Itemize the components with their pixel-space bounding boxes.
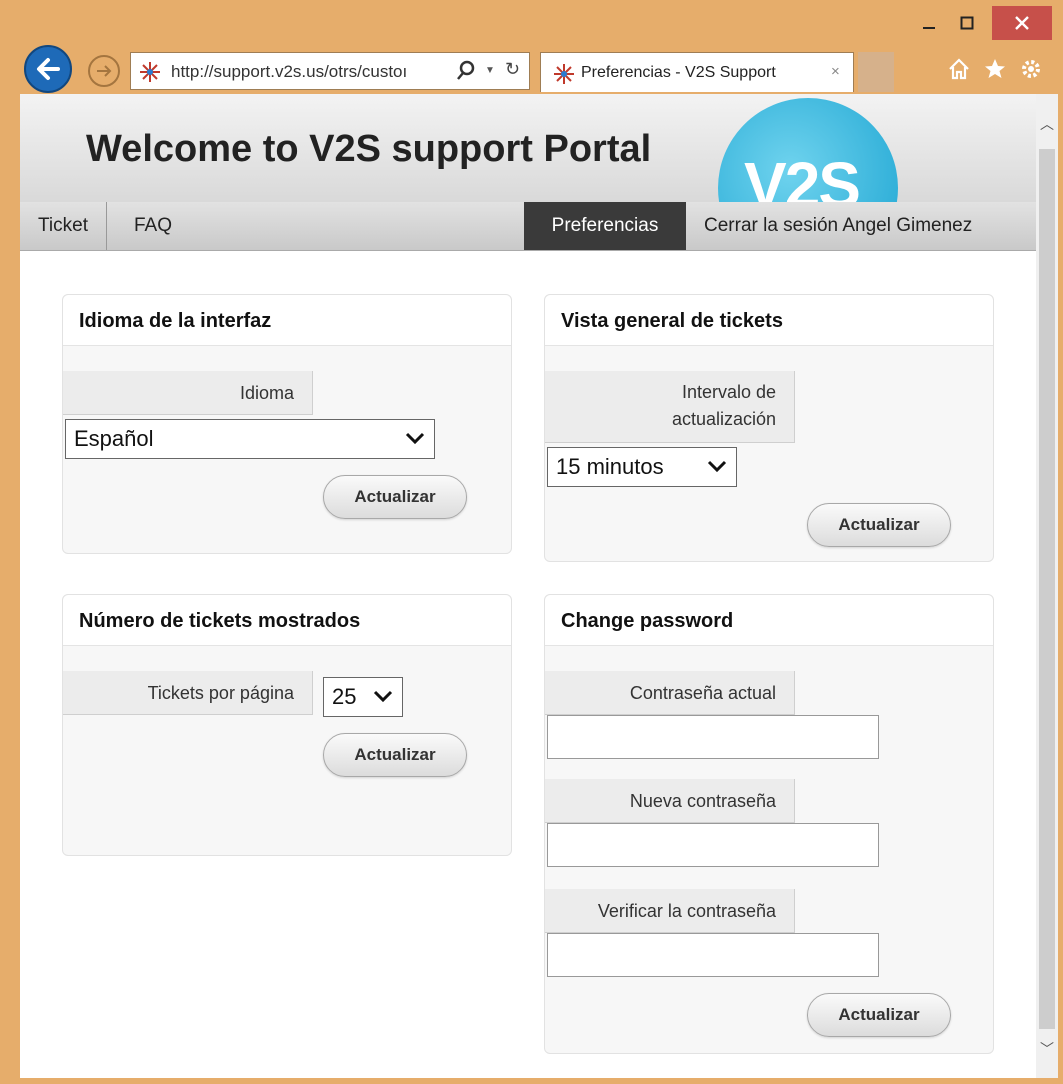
ticket-overview-panel: Vista general de tickets Intervalo de ac… — [544, 294, 994, 562]
change-password-panel: Change password Contraseña actual Nueva … — [544, 594, 994, 1054]
scroll-down-icon[interactable]: ﹀ — [1036, 1039, 1058, 1059]
verify-password-field[interactable] — [547, 933, 879, 977]
refresh-interval-select[interactable]: 15 minutos — [547, 447, 737, 487]
scrollbar-thumb[interactable] — [1039, 149, 1055, 1029]
update-language-button[interactable]: Actualizar — [323, 475, 467, 519]
language-label: Idioma — [63, 371, 313, 415]
v2s-favicon-icon — [553, 63, 575, 90]
language-panel: Idioma de la interfaz Idioma Español Act… — [62, 294, 512, 554]
maximize-button[interactable] — [952, 8, 982, 38]
panel-title: Vista general de tickets — [561, 310, 783, 332]
tab-close-icon[interactable]: × — [831, 63, 840, 80]
close-icon — [1015, 16, 1029, 30]
tickets-per-page-label: Tickets por página — [63, 671, 313, 715]
back-arrow-icon — [37, 58, 60, 80]
maximize-icon — [960, 16, 974, 30]
page-title: Welcome to V2S support Portal — [86, 128, 652, 170]
minimize-icon — [923, 27, 935, 29]
vertical-scrollbar[interactable]: ︿ ﹀ — [1036, 94, 1058, 1078]
update-overview-button[interactable]: Actualizar — [807, 503, 951, 547]
gear-icon[interactable] — [1016, 52, 1046, 86]
current-password-field[interactable] — [547, 715, 879, 759]
verify-password-label: Verificar la contraseña — [545, 889, 795, 933]
new-password-field[interactable] — [547, 823, 879, 867]
portal-header: Welcome to V2S support Portal V2S — [20, 94, 1036, 203]
nav-item-logout[interactable]: Cerrar la sesión Angel Gimenez — [704, 202, 972, 250]
new-tab-button[interactable] — [858, 52, 894, 92]
nav-item-faq[interactable]: FAQ — [134, 202, 172, 250]
chevron-down-icon — [707, 460, 727, 473]
scroll-up-icon[interactable]: ︿ — [1036, 114, 1058, 134]
tab-title: Preferencias - V2S Support — [581, 64, 776, 81]
main-navigation: Ticket FAQ Preferencias Cerrar la sesión… — [20, 202, 1036, 251]
minimize-button[interactable] — [914, 8, 944, 38]
chevron-down-icon[interactable]: ▼ — [485, 65, 495, 76]
nav-item-ticket[interactable]: Ticket — [20, 202, 107, 250]
search-icon[interactable] — [455, 59, 477, 88]
refresh-interval-value: 15 minutos — [556, 454, 664, 479]
address-url[interactable]: http://support.v2s.us/otrs/custoı — [171, 62, 455, 82]
forward-button[interactable] — [88, 55, 120, 87]
back-button[interactable] — [24, 45, 72, 93]
home-icon[interactable] — [944, 52, 974, 86]
v2s-favicon-icon — [139, 61, 161, 88]
language-select[interactable]: Español — [65, 419, 435, 459]
tickets-shown-panel: Número de tickets mostrados Tickets por … — [62, 594, 512, 856]
new-password-label: Nueva contraseña — [545, 779, 795, 823]
panel-title: Change password — [561, 610, 734, 632]
current-password-label: Contraseña actual — [545, 671, 795, 715]
nav-item-preferences[interactable]: Preferencias — [524, 202, 686, 250]
close-window-button[interactable] — [992, 6, 1052, 40]
tickets-per-page-value: 25 — [332, 684, 357, 709]
update-password-button[interactable]: Actualizar — [807, 993, 951, 1037]
logo-text: V2S — [744, 149, 861, 202]
browser-tab[interactable]: Preferencias - V2S Support × — [540, 52, 854, 92]
chevron-down-icon — [373, 690, 393, 703]
v2s-logo: V2S — [718, 98, 898, 202]
star-icon[interactable] — [980, 52, 1010, 86]
page-viewport: Welcome to V2S support Portal V2S Ticket… — [20, 94, 1036, 1078]
tickets-per-page-select[interactable]: 25 — [323, 677, 403, 717]
panel-title: Idioma de la interfaz — [79, 310, 272, 332]
address-bar[interactable]: http://support.v2s.us/otrs/custoı ▼ ↻ — [130, 52, 530, 90]
browser-window: http://support.v2s.us/otrs/custoı ▼ ↻ Pr… — [0, 0, 1063, 1084]
language-value: Español — [74, 426, 154, 451]
panel-title: Número de tickets mostrados — [79, 610, 361, 632]
update-tickets-button[interactable]: Actualizar — [323, 733, 467, 777]
forward-arrow-icon — [97, 65, 112, 77]
refresh-icon[interactable]: ↻ — [505, 59, 520, 80]
refresh-interval-label: Intervalo de actualización — [545, 371, 795, 443]
chevron-down-icon — [405, 432, 425, 445]
